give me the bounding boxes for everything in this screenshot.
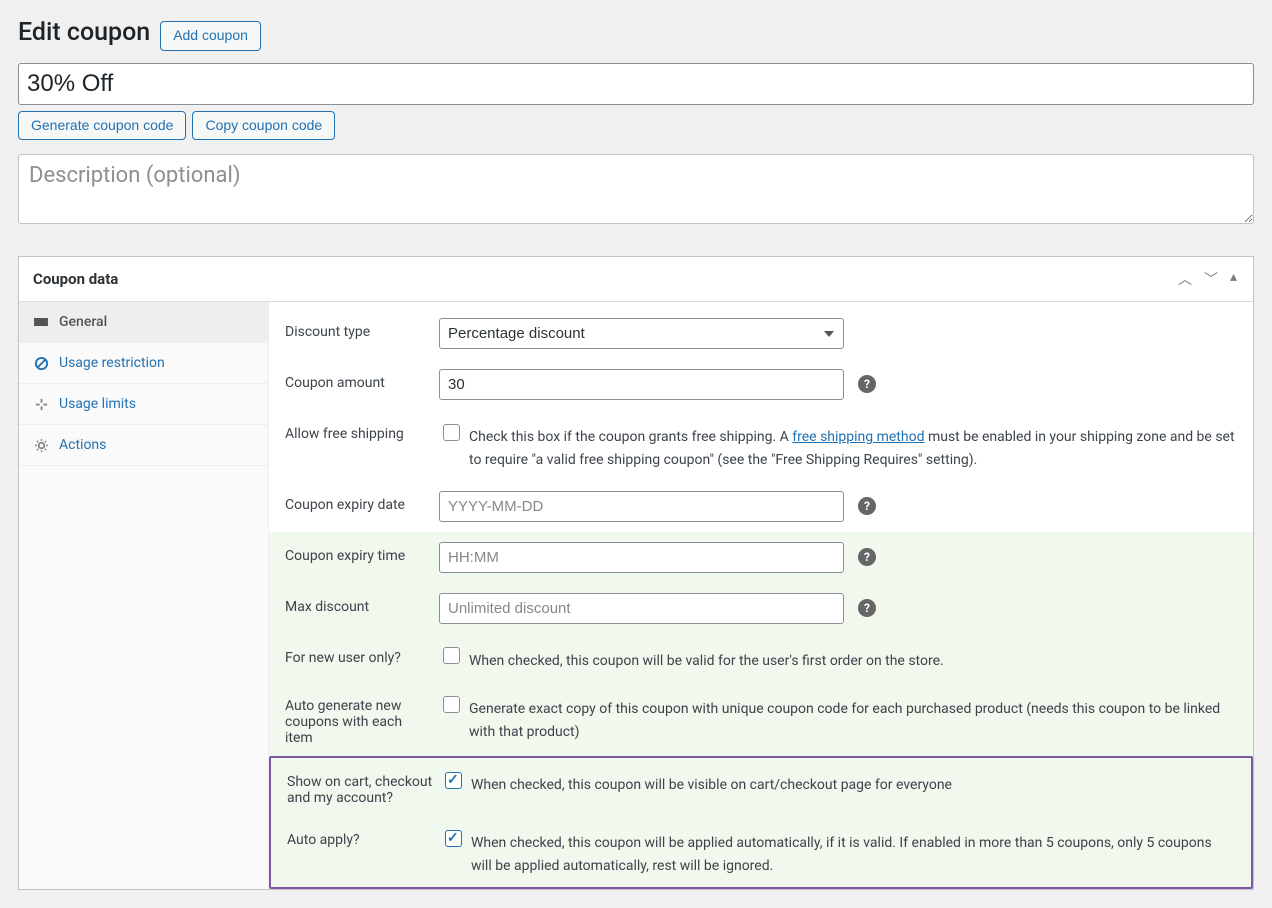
new-user-desc: When checked, this coupon will be valid … bbox=[469, 644, 1237, 672]
panel-title: Coupon data bbox=[33, 270, 118, 288]
show-on-cart-checkbox[interactable] bbox=[445, 772, 462, 789]
expiry-time-input[interactable] bbox=[439, 542, 844, 573]
tab-label: Usage restriction bbox=[59, 355, 165, 371]
coupon-code-input[interactable] bbox=[18, 63, 1254, 105]
tab-label: Actions bbox=[59, 437, 106, 453]
auto-generate-desc: Generate exact copy of this coupon with … bbox=[469, 692, 1237, 743]
auto-generate-label: Auto generate new coupons with each item bbox=[285, 692, 433, 746]
new-user-label: For new user only? bbox=[285, 644, 433, 666]
panel-collapse-up-icon[interactable]: ︿ bbox=[1176, 269, 1194, 289]
page-title: Edit coupon bbox=[18, 18, 150, 47]
ticket-icon bbox=[33, 315, 49, 329]
auto-apply-desc: When checked, this coupon will be applie… bbox=[471, 826, 1235, 877]
tabs-nav: General Usage restriction Usage limits A… bbox=[19, 302, 269, 889]
description-input[interactable] bbox=[18, 154, 1254, 224]
help-icon[interactable]: ? bbox=[858, 548, 876, 566]
copy-code-button[interactable]: Copy coupon code bbox=[192, 111, 335, 141]
tab-general[interactable]: General bbox=[19, 302, 268, 343]
tab-usage-restriction[interactable]: Usage restriction bbox=[19, 343, 268, 384]
free-shipping-desc: Check this box if the coupon grants free… bbox=[469, 420, 1237, 471]
coupon-data-panel: Coupon data ︿ ﹀ ▴ General Usage restrict… bbox=[18, 256, 1254, 890]
panel-toggle-icon[interactable]: ▴ bbox=[1228, 269, 1239, 289]
auto-generate-checkbox[interactable] bbox=[443, 696, 460, 713]
coupon-amount-input[interactable] bbox=[439, 369, 844, 400]
auto-apply-label: Auto apply? bbox=[287, 826, 435, 848]
free-shipping-checkbox[interactable] bbox=[443, 424, 460, 441]
help-icon[interactable]: ? bbox=[858, 497, 876, 515]
new-user-checkbox[interactable] bbox=[443, 647, 460, 664]
free-shipping-link[interactable]: free shipping method bbox=[792, 429, 924, 445]
panel-collapse-down-icon[interactable]: ﹀ bbox=[1202, 269, 1220, 289]
add-coupon-button[interactable]: Add coupon bbox=[160, 21, 261, 51]
expiry-date-input[interactable] bbox=[439, 491, 844, 522]
coupon-amount-label: Coupon amount bbox=[285, 369, 433, 391]
tab-usage-limits[interactable]: Usage limits bbox=[19, 384, 268, 425]
generate-code-button[interactable]: Generate coupon code bbox=[18, 111, 186, 141]
free-shipping-label: Allow free shipping bbox=[285, 420, 433, 442]
help-icon[interactable]: ? bbox=[858, 599, 876, 617]
expiry-time-label: Coupon expiry time bbox=[285, 542, 433, 564]
tab-label: Usage limits bbox=[59, 396, 136, 412]
show-on-cart-label: Show on cart, checkout and my account? bbox=[287, 768, 435, 806]
block-icon bbox=[33, 356, 49, 371]
gear-icon bbox=[33, 438, 49, 453]
help-icon[interactable]: ? bbox=[858, 375, 876, 393]
max-discount-label: Max discount bbox=[285, 593, 433, 615]
max-discount-input[interactable] bbox=[439, 593, 844, 624]
discount-type-select[interactable]: Percentage discount bbox=[439, 318, 844, 349]
expiry-date-label: Coupon expiry date bbox=[285, 491, 433, 513]
show-on-cart-desc: When checked, this coupon will be visibl… bbox=[471, 768, 1235, 796]
auto-apply-checkbox[interactable] bbox=[445, 830, 462, 847]
tab-actions[interactable]: Actions bbox=[19, 425, 268, 466]
desc-text: Check this box if the coupon grants free… bbox=[469, 429, 792, 445]
discount-type-label: Discount type bbox=[285, 318, 433, 340]
limits-icon bbox=[33, 397, 49, 412]
tab-label: General bbox=[59, 314, 107, 330]
